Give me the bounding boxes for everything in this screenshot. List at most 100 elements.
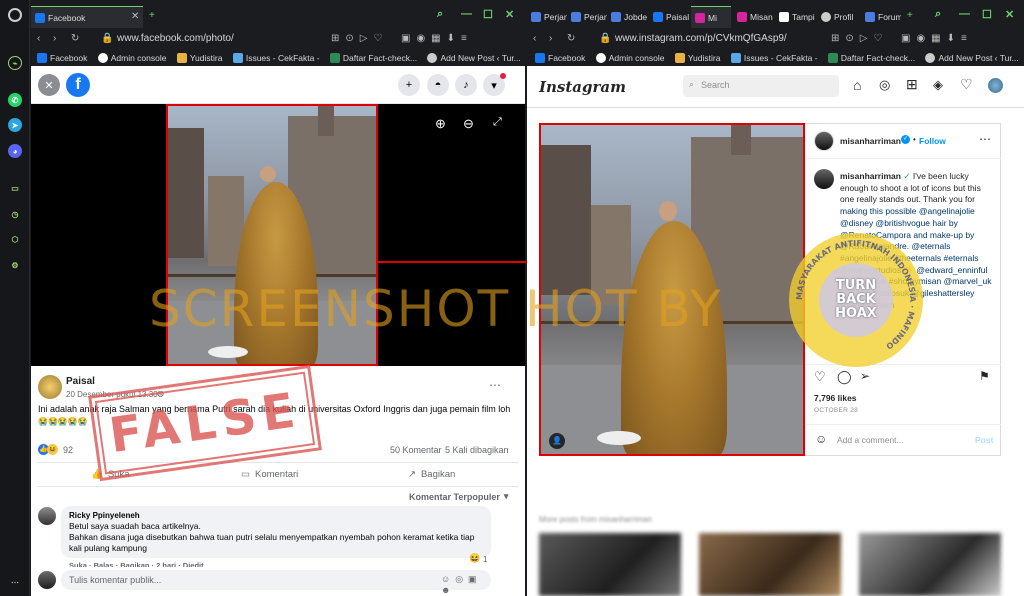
bookmark-yudistira-right[interactable]: Yudistira <box>674 53 720 63</box>
likes-count[interactable]: 7,796 likes <box>814 393 857 403</box>
tab-close-icon[interactable]: ✕ <box>131 11 139 22</box>
notifications-icon[interactable]: ♪ <box>455 74 477 96</box>
zoom-out-icon[interactable]: ⊖ <box>463 116 474 132</box>
forward-icon[interactable]: › <box>53 33 56 44</box>
tab-7[interactable]: Profil <box>817 6 859 28</box>
bookmark-add-post-right[interactable]: Add New Post ‹ Tur... <box>925 53 1019 63</box>
tab-5[interactable]: Misan <box>733 6 773 28</box>
url-field[interactable]: www.facebook.com/photo/ <box>117 33 234 44</box>
share-count[interactable]: 5 Kali dibagikan <box>445 445 509 455</box>
activity-heart-icon[interactable]: ♡ <box>960 76 973 93</box>
back-icon-right[interactable]: ‹ <box>533 33 536 44</box>
maximize-icon[interactable]: ☐ <box>483 8 493 21</box>
search-tabs-icon[interactable]: ⌕ <box>437 8 443 21</box>
fullscreen-icon[interactable]: ⤢ <box>493 116 502 129</box>
page-tools-icon-right[interactable]: ⊞⊙▷♡ <box>831 33 888 44</box>
tab-2[interactable]: Jobde <box>607 6 647 28</box>
search-input[interactable]: ⌕ Search <box>683 75 839 97</box>
extensions-bar-icon-right[interactable]: ▣◉▦⬇≡ <box>901 33 973 44</box>
speed-dial-icon[interactable]: ⌁ <box>8 56 22 70</box>
tab-6[interactable]: Tampi <box>775 6 815 28</box>
tagged-user-icon[interactable]: 👤 <box>549 433 565 449</box>
tab-8[interactable]: Forum <box>861 6 901 28</box>
opera-logo-icon[interactable] <box>8 8 22 22</box>
bookmark-issues[interactable]: Issues - CekFakta - <box>232 53 320 63</box>
comment-button[interactable]: ▭ Komentari <box>241 469 298 480</box>
emoji-icon[interactable]: ☺ <box>815 432 827 446</box>
close-window-icon[interactable]: ✕ <box>505 8 514 21</box>
commenter-avatar[interactable] <box>38 507 56 525</box>
comment-input-icons[interactable]: ☺◎▣☻ <box>441 574 491 595</box>
save-icon[interactable]: ⚑ <box>979 369 990 383</box>
bookmark-facebook-right[interactable]: Facebook <box>535 53 585 63</box>
home-icon[interactable]: ⌂ <box>853 77 861 93</box>
like-icon[interactable]: ♡ <box>814 369 826 385</box>
discord-icon[interactable]: ◕ <box>8 144 22 158</box>
bookmark-facebook[interactable]: Facebook <box>37 53 87 63</box>
bookmark-factcheck-right[interactable]: Daftar Fact-check... <box>827 53 915 63</box>
new-tab-icon[interactable]: + <box>149 10 155 21</box>
maximize-icon-right[interactable]: ☐ <box>982 8 992 21</box>
bookmark-yudistira[interactable]: Yudistira <box>176 53 222 63</box>
more-icon[interactable]: ⋯ <box>8 575 22 589</box>
reload-icon-right[interactable]: ↻ <box>567 33 575 44</box>
bookmark-admin-console-right[interactable]: Admin console <box>595 53 664 63</box>
direct-messages-icon[interactable]: ◎ <box>879 77 890 93</box>
explore-icon[interactable]: ◈ <box>933 77 943 93</box>
minimize-icon-right[interactable]: — <box>959 8 970 20</box>
messenger-icon[interactable]: ◓ <box>427 74 449 96</box>
caption-author-avatar[interactable] <box>814 169 834 189</box>
post-options-icon[interactable]: ⋯ <box>489 378 501 392</box>
create-icon[interactable]: + <box>398 74 420 96</box>
bookmark-issues-right[interactable]: Issues - CekFakta - <box>730 53 818 63</box>
url-field-right[interactable]: www.instagram.com/p/CVkmQfGAsp9/ <box>615 33 787 44</box>
follow-button[interactable]: Follow <box>919 136 946 146</box>
extensions-icon[interactable]: ⬡ <box>8 232 22 246</box>
comment-author[interactable]: Ricky Ppinyeleneh <box>69 510 483 521</box>
search-tabs-icon-right[interactable]: ⌕ <box>935 8 941 21</box>
more-post-thumb-1[interactable] <box>539 533 681 596</box>
instagram-logo[interactable]: Instagram <box>539 78 626 96</box>
reload-icon[interactable]: ↻ <box>71 33 79 44</box>
forward-icon-right[interactable]: › <box>549 33 552 44</box>
new-tab-icon-right[interactable]: + <box>907 10 913 21</box>
share-button[interactable]: ↗ Bagikan <box>408 469 455 480</box>
settings-icon[interactable]: ⚙ <box>8 258 22 272</box>
profile-avatar[interactable] <box>988 78 1003 93</box>
tab-0[interactable]: Perjan <box>527 6 567 28</box>
bookmark-add-post[interactable]: Add New Post ‹ Tur... <box>427 53 521 63</box>
tab-4-active[interactable]: Mi <box>691 6 731 28</box>
comment-icon[interactable]: ◯ <box>837 369 852 385</box>
post-date-ig[interactable]: OCTOBER 28 <box>814 407 858 414</box>
comment-count[interactable]: 50 Komentar <box>390 445 442 455</box>
telegram-icon[interactable]: ➤ <box>8 118 22 132</box>
new-post-icon[interactable]: ⊞ <box>906 76 918 93</box>
post-options-icon-ig[interactable]: ⋯ <box>979 132 991 146</box>
share-icon[interactable]: ➢ <box>860 369 870 383</box>
tab-1[interactable]: Perjan <box>567 6 607 28</box>
bookmark-admin-console[interactable]: Admin console <box>97 53 166 63</box>
tab-facebook[interactable]: Facebook <box>31 6 143 28</box>
history-icon[interactable]: ◷ <box>8 207 22 221</box>
post-author-avatar[interactable] <box>814 131 834 151</box>
minimize-icon[interactable]: — <box>461 8 472 20</box>
whatsapp-icon[interactable]: ✆ <box>8 93 22 107</box>
extensions-bar-icon[interactable]: ▣◉▦⬇≡ <box>401 33 473 44</box>
post-username[interactable]: misanharriman <box>840 136 901 146</box>
facebook-logo-icon[interactable]: f <box>66 73 90 97</box>
reaction-count[interactable]: 92 <box>63 445 73 455</box>
tab-3[interactable]: Paisal <box>649 6 689 28</box>
caption-username[interactable]: misanharriman <box>840 171 901 181</box>
close-window-icon-right[interactable]: ✕ <box>1005 8 1014 21</box>
author-avatar[interactable] <box>38 375 62 399</box>
back-icon[interactable]: ‹ <box>37 33 40 44</box>
more-post-thumb-3[interactable] <box>859 533 1001 596</box>
comment-input[interactable]: Tulis komentar publik... ☺◎▣☻ <box>61 570 491 595</box>
more-post-thumb-2[interactable] <box>699 533 841 596</box>
zoom-in-icon[interactable]: ⊕ <box>435 116 446 132</box>
bookmark-factcheck[interactable]: Daftar Fact-check... <box>329 53 417 63</box>
player-icon[interactable]: ▭ <box>8 181 22 195</box>
close-photo-button[interactable]: ✕ <box>38 74 60 96</box>
post-author[interactable]: Paisal <box>66 376 95 387</box>
post-comment-button[interactable]: Post <box>975 435 993 445</box>
